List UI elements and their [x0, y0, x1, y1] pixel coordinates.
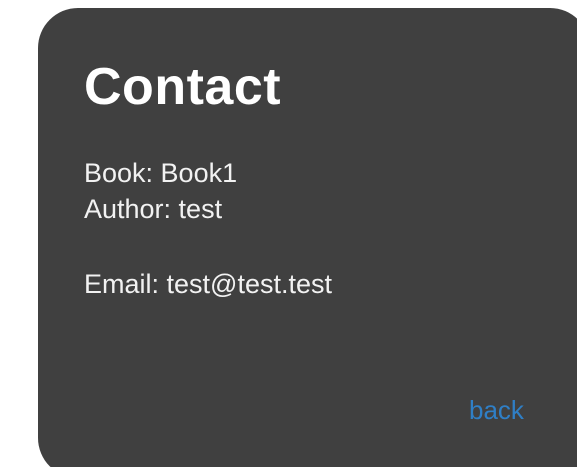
back-button[interactable]: back — [469, 395, 524, 425]
page: Contact Book: Book1 Author: test Email: … — [0, 0, 577, 467]
author-info: Author: test — [84, 194, 223, 224]
book-info: Book: Book1 — [84, 158, 238, 188]
page-title: Contact — [84, 58, 282, 116]
email-info: Email: test@test.test — [84, 269, 332, 299]
